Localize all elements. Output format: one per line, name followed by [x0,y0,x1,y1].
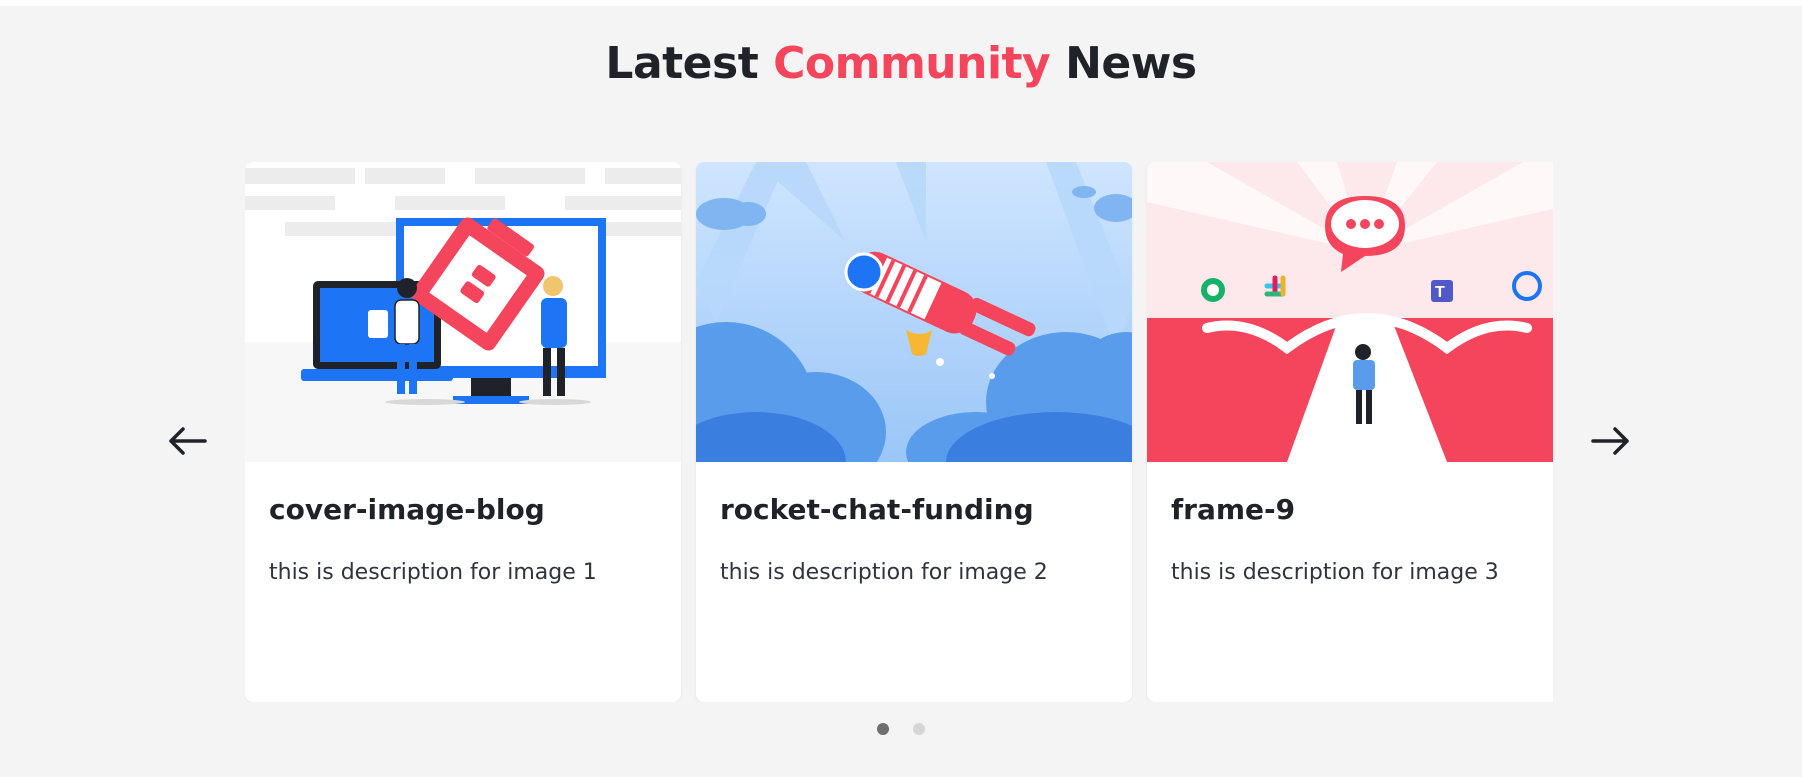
card-title: rocket-chat-funding [720,493,1034,526]
svg-text:T: T [1435,284,1445,301]
news-card[interactable]: T frame-9 this is description for image … [1147,162,1553,702]
card-title: frame-9 [1171,493,1296,526]
arrow-right-icon [1591,427,1629,455]
card-image-cover [245,162,681,462]
pagination-dot-1[interactable] [877,723,889,735]
card-title: cover-image-blog [269,493,545,526]
carousel-prev-button[interactable] [162,418,212,464]
carousel-pagination [0,723,1802,735]
card-description: this is description for image 3 [1171,560,1499,585]
news-card[interactable]: rocket-chat-funding this is description … [696,162,1132,702]
card-description: this is description for image 2 [720,560,1048,585]
carousel-viewport: cover-image-blog this is description for… [245,162,1553,702]
card-image-frame: T [1147,162,1553,462]
section-title: Latest Community News [0,38,1802,89]
card-image-funding [696,162,1132,462]
pagination-dot-2[interactable] [913,723,925,735]
title-part-1: Latest [605,38,774,89]
carousel-next-button[interactable] [1586,418,1636,464]
arrow-left-icon [169,427,207,455]
news-card[interactable]: cover-image-blog this is description for… [245,162,681,702]
title-part-2: News [1050,38,1197,89]
title-accent: Community [773,38,1051,89]
card-description: this is description for image 1 [269,560,597,585]
